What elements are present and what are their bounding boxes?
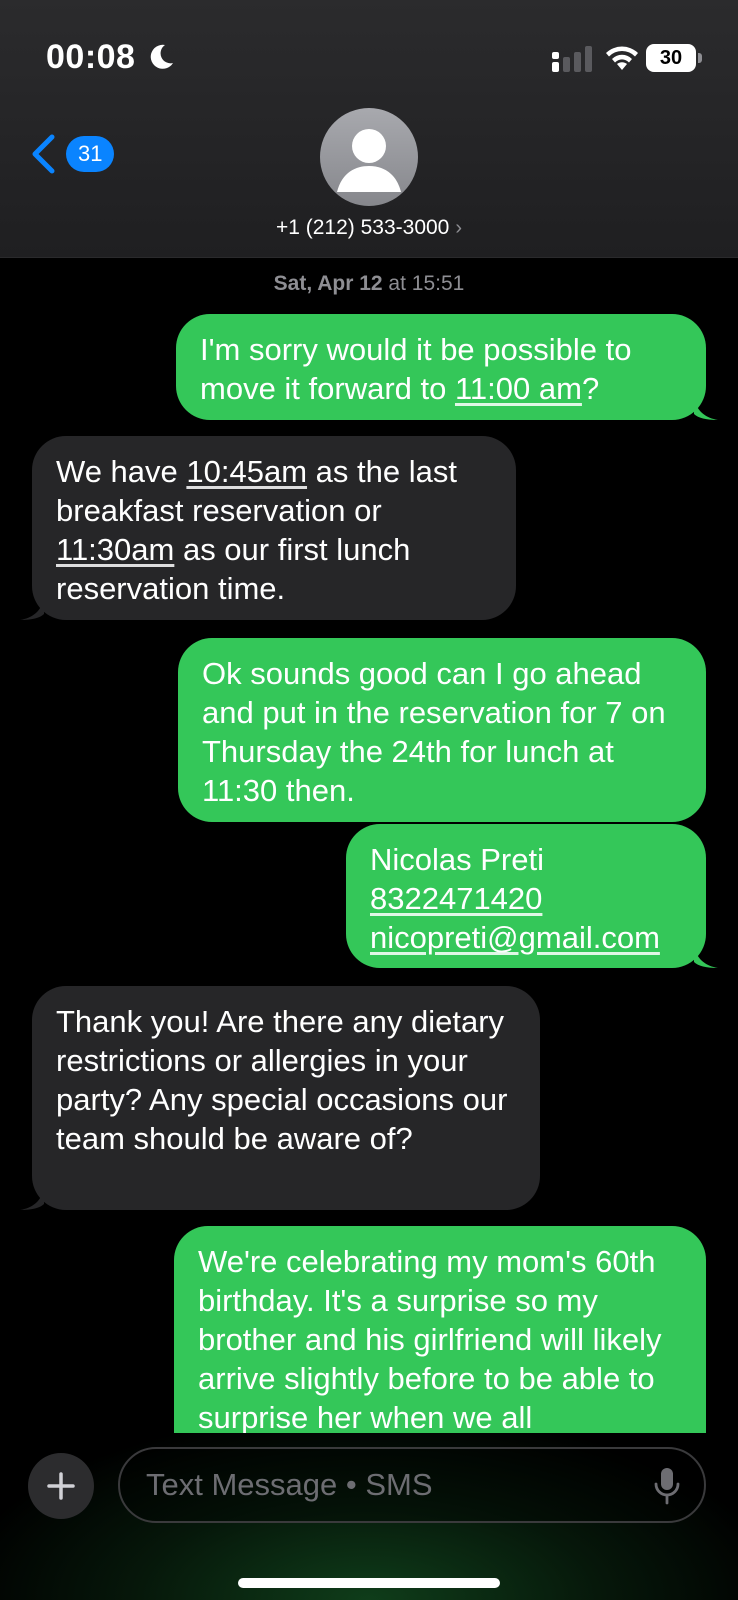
contact-avatar[interactable]: [320, 108, 418, 206]
signal-icon: [552, 46, 592, 72]
message-timestamp: Sat, Apr 12 at 15:51: [273, 272, 465, 295]
contact-name-text: Nicolas Preti: [370, 842, 544, 877]
bubble-tail: [20, 1190, 44, 1210]
phone-link[interactable]: 8322471420: [370, 879, 682, 918]
battery-icon: 30: [646, 44, 702, 72]
conversation-header: 00:08 30 31 +1 (212) 533-3000 ›: [0, 0, 738, 258]
received-message-bubble[interactable]: Thank you! Are there any dietary restric…: [20, 986, 540, 1210]
home-indicator[interactable]: [238, 1578, 500, 1588]
contact-name-button[interactable]: +1 (212) 533-3000 ›: [0, 216, 738, 240]
sent-message-bubble[interactable]: Ok sounds good can I go ahead and put in…: [178, 638, 706, 822]
email-link[interactable]: nicopreti@gmail.com: [370, 918, 682, 957]
person-icon: [337, 129, 401, 192]
status-time: 00:08: [46, 38, 136, 76]
contact-number: +1 (212) 533-3000: [275, 216, 450, 239]
bubble-tail: [20, 600, 44, 620]
time-link[interactable]: 11:30am: [56, 532, 174, 567]
sent-message-bubble[interactable]: I'm sorry would it be possible to move i…: [176, 314, 718, 420]
back-button[interactable]: 31: [30, 134, 115, 174]
bubble-tail: [694, 400, 718, 420]
message-thread[interactable]: Sat, Apr 12 at 15:51 I'm sorry would it …: [0, 258, 738, 1433]
time-link[interactable]: 11:00 am: [455, 371, 582, 406]
received-message-bubble[interactable]: We have 10:45am as the last breakfast re…: [20, 436, 516, 620]
apps-plus-button[interactable]: [28, 1453, 94, 1519]
chevron-left-icon: [32, 134, 55, 174]
sent-message-bubble[interactable]: We're celebrating my mom's 60th birthday…: [174, 1226, 706, 1433]
time-link[interactable]: 10:45am: [186, 454, 307, 489]
message-input[interactable]: Text Message • SMS: [118, 1447, 706, 1523]
bubble-tail: [694, 948, 718, 968]
plus-icon: [47, 1472, 75, 1500]
chevron-right-icon: ›: [455, 217, 463, 239]
sent-message-bubble[interactable]: Nicolas Preti 8322471420 nicopreti@gmail…: [346, 824, 718, 968]
status-bar: 00:08 30: [0, 0, 738, 100]
microphone-icon[interactable]: [654, 1467, 680, 1505]
wifi-icon: [606, 46, 638, 70]
message-input-placeholder: Text Message • SMS: [146, 1467, 433, 1502]
moon-icon: [150, 44, 173, 69]
message-composer: Text Message • SMS: [0, 1433, 738, 1600]
battery-level: 30: [646, 44, 696, 72]
unread-count-badge: 31: [66, 136, 115, 172]
